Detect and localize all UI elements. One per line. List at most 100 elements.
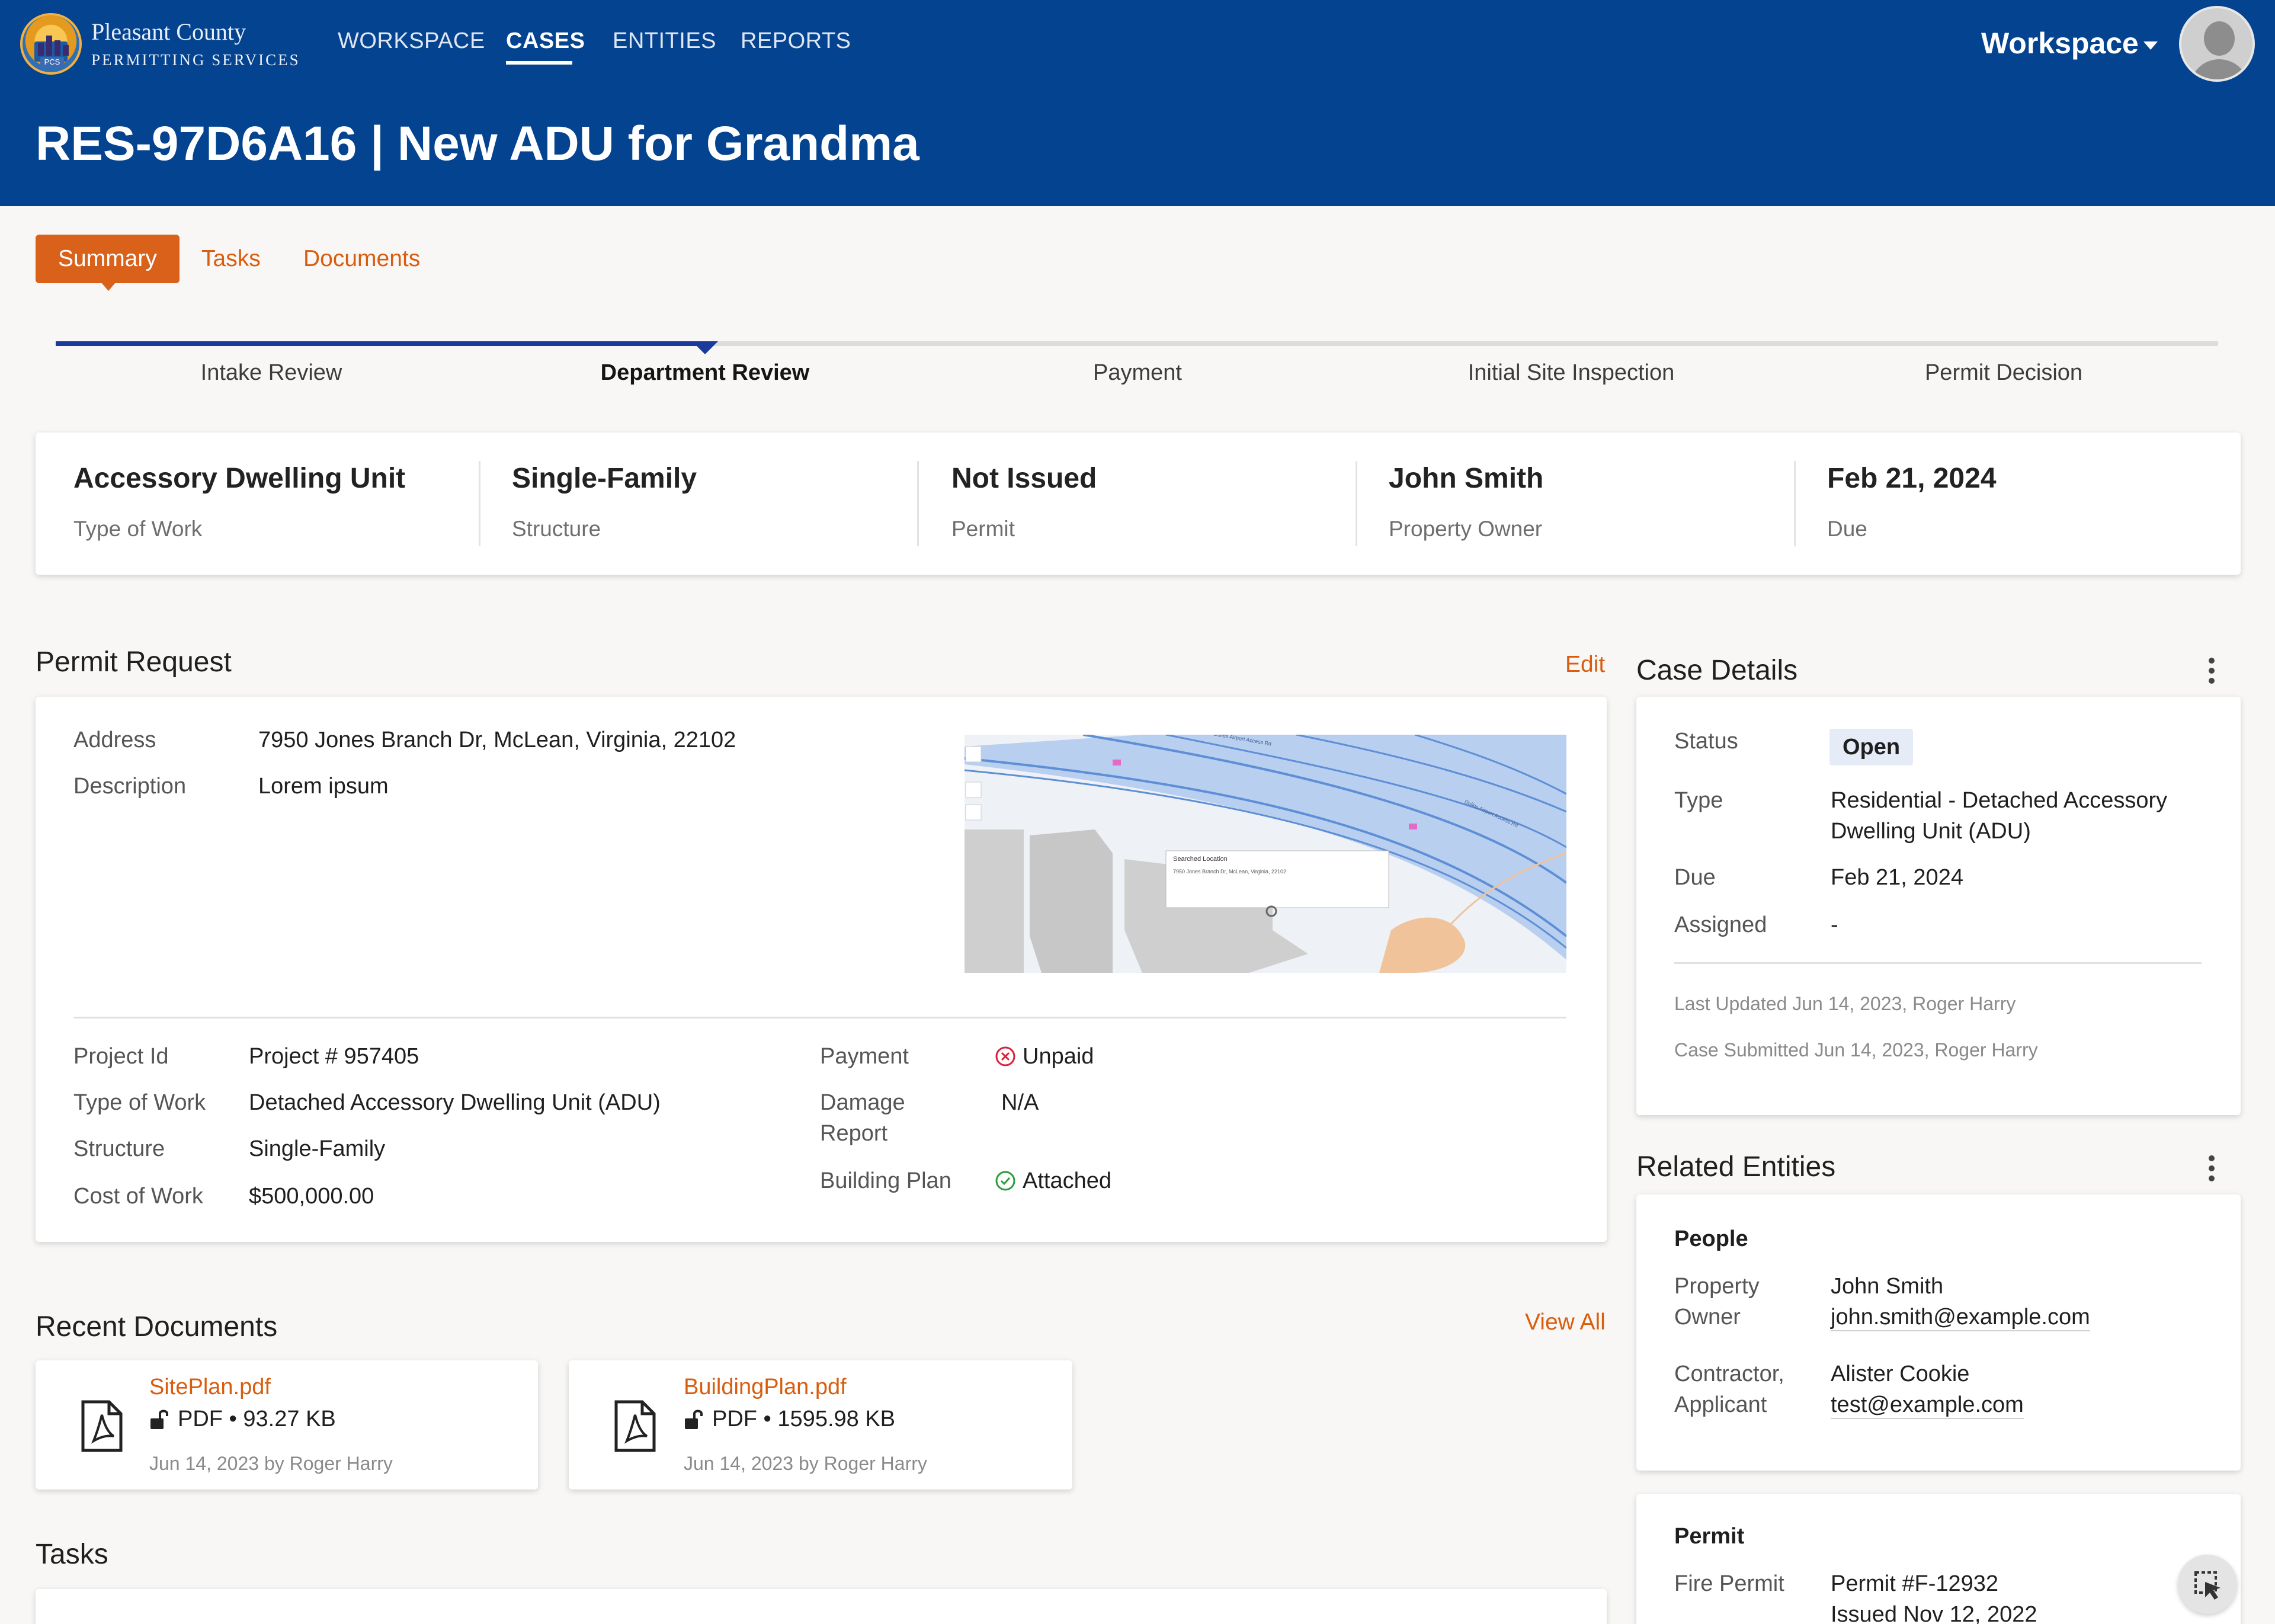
summary-permit: Not Issued [951,463,1097,494]
stage-department-review[interactable]: Department Review [601,360,810,386]
damage-report-value: N/A [1001,1090,1039,1115]
summary-property-owner: John Smith [1389,463,1544,494]
fire-permit-link[interactable]: Permit #F-12932 [1831,1571,1998,1597]
logo-subtitle: PERMITTING SERVICES [91,51,300,69]
project-id-value: Project # 957405 [249,1044,419,1069]
app-header: PCS Pleasant County PERMITTING SERVICES … [0,0,2275,206]
description-label: Description [73,774,187,799]
nav-entities[interactable]: ENTITIES [613,28,716,54]
case-details-divider [1674,962,2202,964]
progress-current-marker [692,341,718,354]
location-map[interactable]: Searched Location 7950 Jones Branch Dr, … [965,735,1566,973]
permit-request-title: Permit Request [36,646,232,678]
assigned-label: Assigned [1674,912,1767,937]
county-logo[interactable]: PCS [20,13,82,75]
logo-badge-text: PCS [40,57,64,68]
summary-permit-label: Permit [951,517,1015,541]
summary-property-owner-label: Property Owner [1389,517,1543,541]
project-id-label: Project Id [73,1044,169,1069]
address-value: 7950 Jones Branch Dr, McLean, Virginia, … [258,728,736,752]
stage-initial-site-inspection[interactable]: Initial Site Inspection [1468,360,1675,386]
summary-structure: Single-Family [512,463,697,494]
cost-of-work-label: Cost of Work [73,1184,203,1209]
case-details-title: Case Details [1636,655,1798,686]
contractor-label-line1: Contractor, [1674,1362,1784,1386]
cost-of-work-value: $500,000.00 [249,1184,374,1209]
permit-heading: Permit [1674,1524,1745,1549]
view-all-link[interactable]: View All [1525,1309,1606,1335]
nav-active-underline [506,61,572,65]
progress-fill [56,341,706,346]
select-tool-button[interactable] [2178,1555,2237,1614]
document-name-link[interactable]: BuildingPlan.pdf [684,1375,847,1400]
structure-value: Single-Family [249,1136,386,1161]
damage-report-label-line1: Damage [820,1090,905,1115]
document-name-link[interactable]: SitePlan.pdf [149,1375,271,1400]
pdf-file-icon [81,1400,123,1452]
unlock-icon [150,1410,168,1429]
permit-request-divider [73,1017,1566,1018]
contractor-email-link[interactable]: test@example.com [1831,1392,2024,1419]
related-entities-title: Related Entities [1636,1151,1836,1183]
edit-link[interactable]: Edit [1565,652,1605,678]
workspace-menu[interactable]: Workspace [1981,26,2139,60]
kebab-menu-icon[interactable] [2209,658,2215,688]
type-of-work-value: Detached Accessory Dwelling Unit (ADU) [249,1090,661,1115]
owner-email-link[interactable]: john.smith@example.com [1831,1305,2090,1331]
building-plan-label: Building Plan [820,1168,951,1193]
logo-title: Pleasant County [91,18,246,45]
summary-divider [1356,461,1357,546]
structure-label: Structure [73,1136,165,1161]
document-meta: PDF • 1595.98 KB [712,1407,896,1431]
tab-documents[interactable]: Documents [303,235,420,283]
map-popup-address: 7950 Jones Branch Dr, McLean, Virginia, … [1173,869,1286,875]
payment-label: Payment [820,1044,909,1069]
stage-permit-decision[interactable]: Permit Decision [1925,360,2082,386]
summary-divider [917,461,919,546]
stage-intake-review[interactable]: Intake Review [201,360,342,386]
unlock-icon [685,1410,703,1429]
map-drawing [965,735,1566,973]
tasks-card [36,1589,1607,1624]
summary-type-of-work-label: Type of Work [73,517,203,541]
document-date: Jun 14, 2023 by Roger Harry [149,1453,393,1474]
stage-payment[interactable]: Payment [1093,360,1182,386]
summary-type-of-work: Accessory Dwelling Unit [73,463,406,494]
nav-cases[interactable]: CASES [506,28,585,54]
document-meta: PDF • 93.27 KB [178,1407,336,1431]
case-submitted-text: Case Submitted Jun 14, 2023, Roger Harry [1674,1039,2038,1061]
property-owner-label-line2: Owner [1674,1305,1741,1330]
recent-documents-title: Recent Documents [36,1311,278,1343]
type-of-work-label: Type of Work [73,1090,206,1115]
tab-summary[interactable]: Summary [36,235,180,283]
description-value: Lorem ipsum [258,774,389,799]
check-circle-icon [995,1171,1015,1191]
people-heading: People [1674,1226,1748,1251]
summary-divider [479,461,480,546]
due-label: Due [1674,865,1716,890]
owner-name-link[interactable]: John Smith [1831,1274,1943,1299]
nav-reports[interactable]: REPORTS [741,28,851,54]
cursor-select-icon [2194,1571,2220,1600]
status-badge: Open [1829,729,1914,765]
status-label: Status [1674,729,1738,754]
address-label: Address [73,728,156,752]
last-updated-text: Last Updated Jun 14, 2023, Roger Harry [1674,993,2016,1014]
kebab-menu-icon[interactable] [2209,1155,2215,1186]
pdf-file-icon [614,1400,656,1452]
tab-tasks[interactable]: Tasks [201,235,261,283]
chevron-down-icon[interactable] [2143,41,2158,50]
user-avatar-icon[interactable] [2179,6,2255,82]
contractor-name-link[interactable]: Alister Cookie [1831,1362,1969,1387]
summary-card [36,433,2241,575]
map-popup-title: Searched Location [1173,856,1228,863]
building-plan-value: Attached [1023,1168,1111,1193]
due-value: Feb 21, 2024 [1831,865,1963,890]
nav-workspace[interactable]: WORKSPACE [338,28,485,54]
summary-due: Feb 21, 2024 [1827,463,1997,494]
summary-due-label: Due [1827,517,1867,541]
summary-structure-label: Structure [512,517,601,541]
unpaid-x-circle-icon [995,1046,1015,1066]
fire-permit-issued: Issued Nov 12, 2022 [1831,1602,2037,1624]
payment-value: Unpaid [1023,1044,1094,1069]
